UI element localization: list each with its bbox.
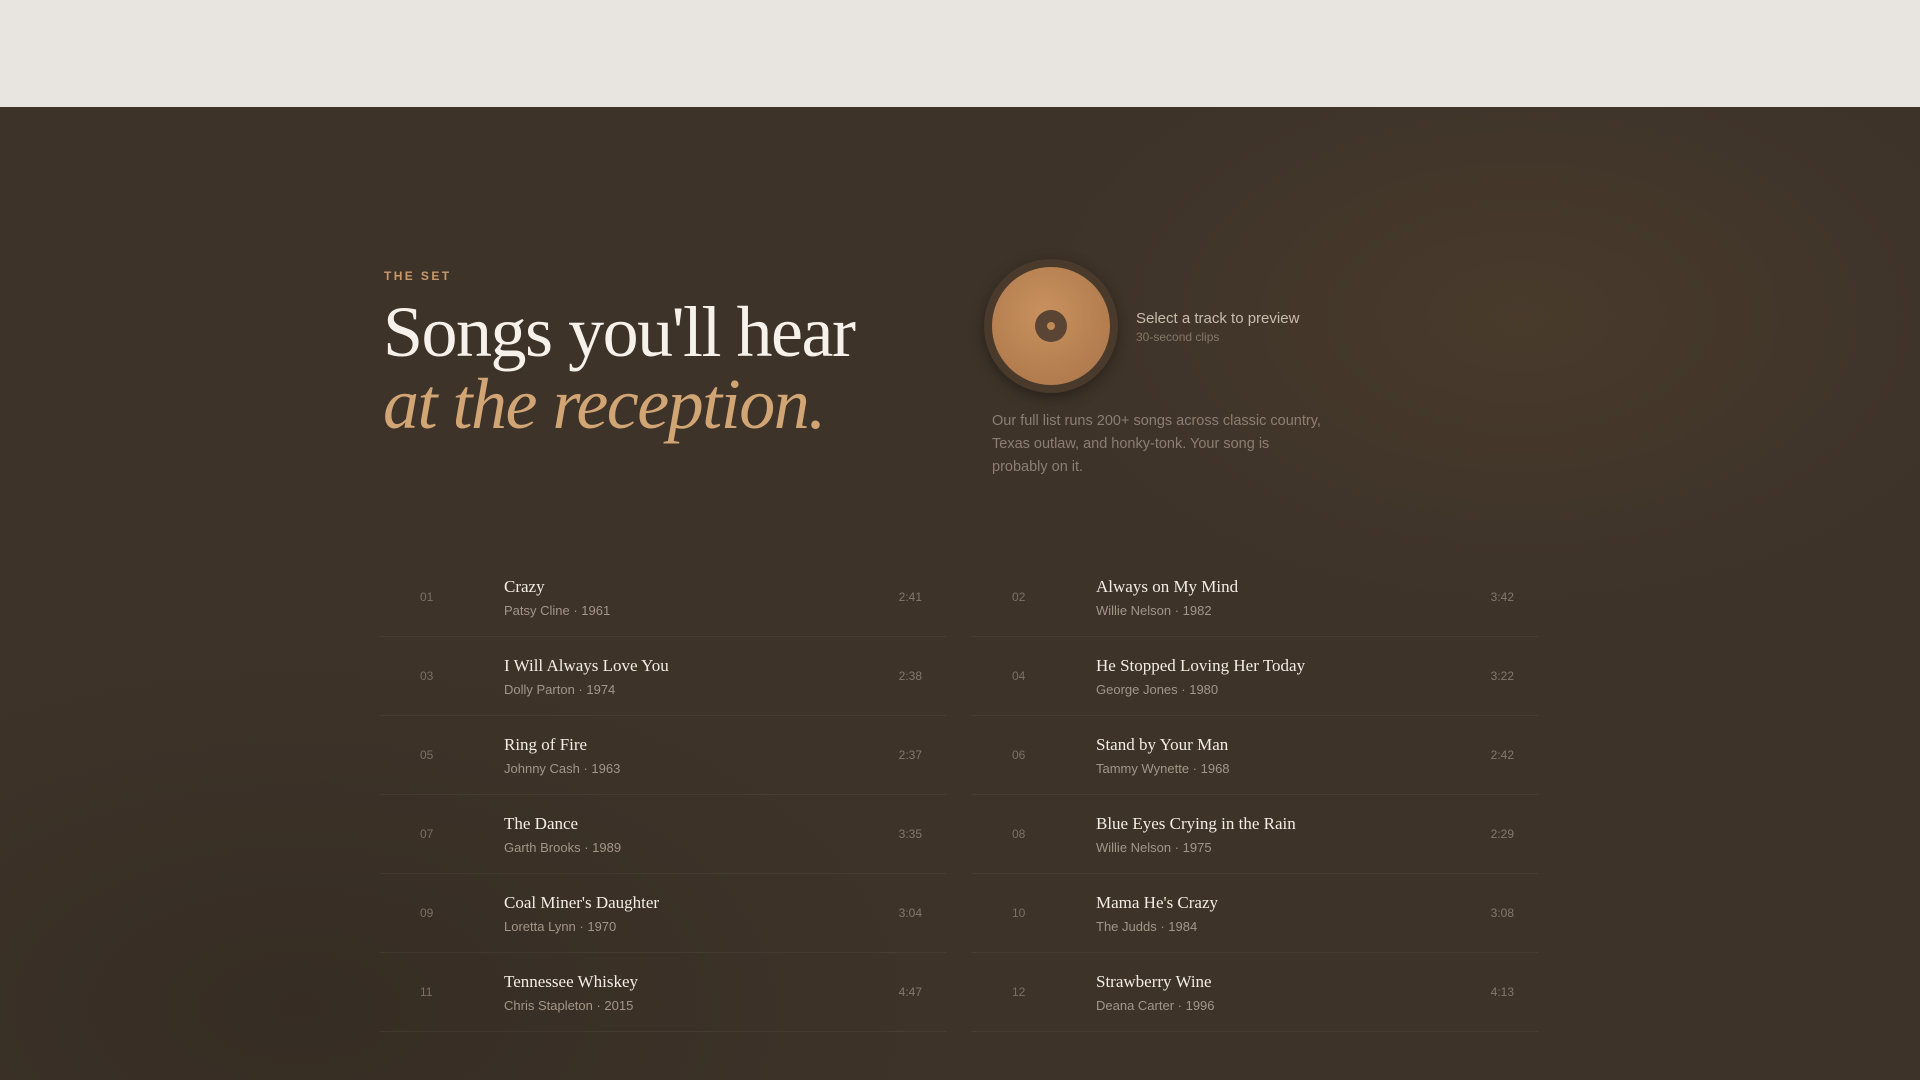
track-artist-year: The Judds · 1984 [1096, 919, 1198, 934]
track-number: 10 [1012, 906, 1026, 920]
track-title: Ring of Fire [504, 735, 588, 754]
track-row[interactable]: 05 Ring of Fire Johnny Cash · 1963 2:37 [380, 716, 946, 795]
track-duration: 2:38 [898, 669, 922, 683]
track-number: 01 [420, 590, 434, 604]
section-title-line1: Songs you'll hear [383, 292, 856, 372]
track-duration: 4:13 [1490, 985, 1514, 999]
track-row[interactable]: 06 Stand by Your Man Tammy Wynette · 1968 2… [972, 716, 1538, 795]
set-description: Our full list runs 200+ songs across cla… [992, 413, 1321, 475]
track-artist-year: George Jones · 1980 [1096, 682, 1219, 697]
track-title: Mama He's Crazy [1096, 893, 1219, 912]
track-row[interactable]: 11 Tennessee Whiskey Chris Stapleton · 201… [380, 953, 946, 1032]
section-title-line2: at the reception. [383, 364, 826, 444]
top-bar [0, 0, 1920, 107]
track-duration: 3:04 [898, 906, 922, 920]
track-number: 12 [1012, 985, 1026, 999]
track-row[interactable]: 02 Always on My Mind Willie Nelson · 1982 3… [972, 558, 1538, 637]
track-artist-year: Willie Nelson · 1982 [1096, 603, 1212, 618]
track-number: 09 [420, 906, 434, 920]
track-title: The Dance [504, 814, 579, 833]
track-row[interactable]: 08 Blue Eyes Crying in the Rain Willie Nel… [972, 795, 1538, 874]
track-title: Crazy [504, 577, 545, 596]
track-row[interactable]: 04 He Stopped Loving Her Today George Jone… [972, 637, 1538, 716]
track-artist-year: Garth Brooks · 1989 [504, 840, 622, 855]
track-duration: 2:29 [1490, 827, 1514, 841]
track-number: 08 [1012, 827, 1026, 841]
preview-subtitle: 30-second clips [1136, 330, 1220, 344]
track-title: Coal Miner's Daughter [504, 893, 660, 912]
track-duration: 3:08 [1490, 906, 1514, 920]
track-title: Strawberry Wine [1096, 972, 1212, 991]
track-artist-year: Johnny Cash · 1963 [504, 761, 621, 776]
track-duration: 2:37 [898, 748, 922, 762]
track-number: 02 [1012, 590, 1026, 604]
track-title: He Stopped Loving Her Today [1096, 656, 1306, 675]
track-number: 04 [1012, 669, 1026, 683]
track-duration: 3:42 [1490, 590, 1514, 604]
track-row[interactable]: 09 Coal Miner's Daughter Loretta Lynn · 19… [380, 874, 946, 953]
track-title: Tennessee Whiskey [504, 972, 638, 991]
preview-title: Select a track to preview [1136, 310, 1300, 327]
track-title: Blue Eyes Crying in the Rain [1096, 814, 1296, 833]
track-artist-year: Loretta Lynn · 1970 [504, 919, 617, 934]
track-artist-year: Deana Carter · 1996 [1096, 998, 1215, 1013]
track-title: Stand by Your Man [1096, 735, 1229, 754]
track-title: I Will Always Love You [504, 656, 669, 675]
track-artist-year: Patsy Cline · 1961 [504, 603, 611, 618]
track-number: 05 [420, 748, 434, 762]
track-number: 06 [1012, 748, 1026, 762]
section-title: Songs you'll hear at the reception. [383, 296, 856, 444]
track-list-right: 02 Always on My Mind Willie Nelson · 1982 3… [972, 558, 1538, 1032]
track-row[interactable]: 07 The Dance Garth Brooks · 1989 3:35 [380, 795, 946, 874]
track-row[interactable]: 03 I Will Always Love You Dolly Parton · 1… [380, 637, 946, 716]
track-number: 11 [420, 985, 433, 999]
track-number: 03 [420, 669, 434, 683]
track-list-left: 01 Crazy Patsy Cline · 1961 2:41 03 I Will Al… [380, 558, 946, 1032]
track-artist-year: Tammy Wynette · 1968 [1096, 761, 1230, 776]
track-artist-year: Willie Nelson · 1975 [1096, 840, 1212, 855]
record-hole [1035, 310, 1067, 342]
set-list-section [0, 107, 1920, 1080]
track-artist-year: Dolly Parton · 1974 [504, 682, 616, 697]
track-duration: 3:22 [1490, 669, 1514, 683]
track-duration: 2:41 [898, 590, 922, 604]
track-artist-year: Chris Stapleton · 2015 [504, 998, 634, 1013]
track-duration: 4:47 [898, 985, 922, 999]
track-number: 07 [420, 827, 434, 841]
track-duration: 3:35 [898, 827, 922, 841]
record-disc [992, 267, 1110, 385]
track-row[interactable]: 12 Strawberry Wine Deana Carter · 1996 4:13 [972, 953, 1538, 1032]
track-duration: 2:42 [1490, 748, 1514, 762]
track-title: Always on My Mind [1096, 577, 1239, 596]
track-row[interactable]: 01 Crazy Patsy Cline · 1961 2:41 [380, 558, 946, 637]
section-eyebrow: THE SET [384, 269, 452, 283]
record-icon[interactable] [984, 259, 1118, 393]
track-row[interactable]: 10 Mama He's Crazy The Judds · 1984 3:08 [972, 874, 1538, 953]
